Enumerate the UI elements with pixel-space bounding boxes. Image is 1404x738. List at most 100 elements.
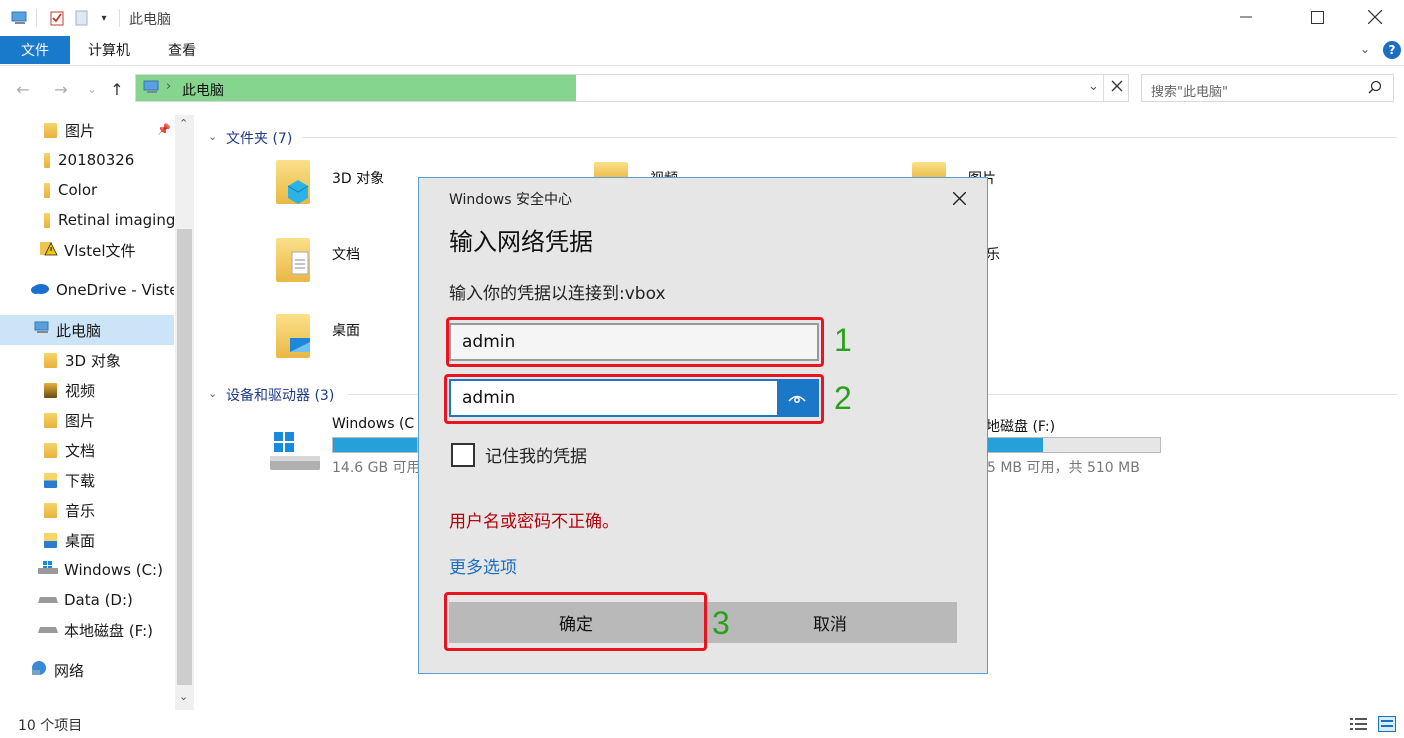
- close-icon: [952, 191, 966, 205]
- pictures-folder-icon: [44, 412, 57, 428]
- search-placeholder: 搜索"此电脑": [1151, 85, 1228, 100]
- close-button[interactable]: [1352, 0, 1398, 34]
- address-text[interactable]: 此电脑: [182, 80, 224, 100]
- more-options-link[interactable]: 更多选项: [449, 553, 517, 578]
- remember-credentials-checkbox[interactable]: [451, 443, 475, 467]
- sidebar-item-onedrive[interactable]: OneDrive - Viste: [0, 275, 174, 305]
- recent-locations-icon[interactable]: ⌄: [84, 78, 100, 100]
- drive-icon: [38, 621, 58, 639]
- ribbon: 文件 计算机 查看 ⌄ ?: [0, 36, 1404, 66]
- sidebar-item-label: 下载: [65, 471, 96, 490]
- 3d-objects-folder-icon[interactable]: [276, 160, 310, 204]
- sidebar-item-3d-objects[interactable]: 3D 对象: [0, 345, 174, 375]
- desktop-folder-icon[interactable]: [276, 314, 310, 358]
- annotation-number: 2: [834, 380, 852, 416]
- tab-file[interactable]: 文件: [0, 36, 70, 64]
- forward-arrow-icon[interactable]: →: [50, 78, 72, 100]
- new-folder-icon[interactable]: [74, 9, 90, 27]
- documents-folder-icon[interactable]: [276, 238, 310, 282]
- sidebar-item-this-pc[interactable]: 此电脑: [0, 315, 174, 345]
- sidebar-item-downloads[interactable]: 下载: [0, 465, 174, 495]
- sidebar-item-label: Retinal imaging: [58, 211, 174, 229]
- sidebar-item-documents[interactable]: 文档: [0, 435, 174, 465]
- folder-icon: [44, 212, 50, 228]
- divider: [36, 9, 37, 27]
- collapse-group-icon[interactable]: ⌄: [208, 387, 217, 400]
- sidebar-item-desktop[interactable]: 桌面: [0, 525, 174, 555]
- search-icon[interactable]: [1368, 80, 1382, 98]
- properties-icon[interactable]: [48, 9, 66, 27]
- error-message: 用户名或密码不正确。: [449, 512, 619, 532]
- downloads-folder-icon: [44, 472, 57, 488]
- tab-view[interactable]: 查看: [152, 36, 212, 64]
- drive-usage-fill: [333, 438, 417, 452]
- sidebar-item-drive-f[interactable]: 本地磁盘 (F:): [0, 615, 174, 645]
- sidebar-item-drive-d[interactable]: Data (D:): [0, 585, 174, 615]
- cancel-button[interactable]: 取消: [703, 602, 957, 643]
- sidebar-item-label: Windows (C:): [64, 561, 163, 579]
- drive-label[interactable]: Windows (C: [332, 416, 414, 432]
- sidebar-item-pictures[interactable]: 图片: [0, 405, 174, 435]
- sidebar-item-label: Color: [58, 181, 98, 199]
- search-box[interactable]: 搜索"此电脑": [1141, 74, 1394, 102]
- sidebar-scrollbar[interactable]: ⌃ ⌄: [175, 115, 194, 710]
- sidebar-item-color[interactable]: Color: [0, 175, 174, 205]
- expand-ribbon-icon[interactable]: ⌄: [1360, 42, 1370, 56]
- sidebar-item-retinal-imaging[interactable]: Retinal imaging: [0, 205, 174, 235]
- collapse-group-icon[interactable]: ⌄: [208, 130, 217, 143]
- sidebar-item-label: 文档: [65, 441, 96, 460]
- tab-computer[interactable]: 计算机: [76, 36, 142, 64]
- sidebar-item-label: Data (D:): [64, 591, 133, 609]
- dialog-heading: 输入网络凭据: [449, 228, 593, 256]
- scrollbar-thumb[interactable]: [177, 229, 192, 685]
- address-dropdown-icon[interactable]: ⌄: [1088, 79, 1099, 94]
- sidebar-item-drive-c[interactable]: Windows (C:): [0, 555, 174, 585]
- up-arrow-icon[interactable]: ↑: [106, 78, 128, 100]
- annotation-number: 3: [712, 605, 730, 641]
- back-arrow-icon[interactable]: ←: [12, 78, 34, 100]
- windows-drive-icon[interactable]: [268, 430, 322, 476]
- folder-icon: [44, 152, 50, 168]
- scroll-down-icon[interactable]: ⌄: [179, 690, 188, 703]
- music-folder-icon: [44, 502, 57, 518]
- sidebar-item-videos[interactable]: 视频: [0, 375, 174, 405]
- network-icon: [30, 660, 48, 680]
- folder-label[interactable]: 乐: [986, 244, 1000, 264]
- tiles-view-icon[interactable]: [1378, 716, 1396, 736]
- divider: [119, 9, 120, 27]
- sidebar-item-label: 20180326: [58, 151, 135, 169]
- folder-label[interactable]: 桌面: [332, 320, 360, 340]
- annotation-box-ok: [444, 592, 707, 651]
- sidebar-item-pictures-pinned[interactable]: 图片: [0, 115, 174, 145]
- devices-group-header[interactable]: 设备和驱动器 (3): [226, 385, 334, 405]
- this-pc-icon: [143, 80, 161, 99]
- clear-address-icon[interactable]: [1111, 80, 1123, 96]
- drive-usage-fill: [988, 438, 1044, 452]
- sidebar-item-vlstel[interactable]: Vlstel文件: [0, 235, 174, 265]
- remember-credentials-label[interactable]: 记住我的凭据: [485, 442, 587, 467]
- sidebar-item-20180326[interactable]: 20180326: [0, 145, 174, 175]
- folder-label[interactable]: 3D 对象: [332, 168, 384, 188]
- annotation-box-username: [446, 317, 824, 367]
- maximize-icon: [1310, 10, 1324, 24]
- minimize-button[interactable]: [1223, 0, 1269, 34]
- customize-quick-access-icon[interactable]: ▾: [96, 9, 112, 27]
- address-bar[interactable]: › 此电脑 ⌄: [135, 74, 1129, 102]
- sidebar-item-label: 音乐: [65, 501, 96, 520]
- annotation-box-password: [444, 374, 824, 424]
- folders-group-header[interactable]: 文件夹 (7): [226, 128, 292, 148]
- scroll-up-icon[interactable]: ⌃: [179, 117, 188, 130]
- sidebar-item-network[interactable]: 网络: [0, 655, 174, 685]
- drive-label[interactable]: 地磁盘 (F:): [986, 416, 1055, 436]
- window-title: 此电脑: [129, 12, 171, 28]
- drive-free-space: 5 MB 可用，共 510 MB: [987, 460, 1140, 476]
- this-pc-icon: [10, 9, 30, 27]
- folder-label[interactable]: 文档: [332, 244, 360, 264]
- sidebar-item-music[interactable]: 音乐: [0, 495, 174, 525]
- details-view-icon[interactable]: [1350, 717, 1368, 735]
- maximize-button[interactable]: [1294, 0, 1340, 34]
- pin-icon[interactable]: 📌: [157, 123, 171, 136]
- dialog-close-button[interactable]: [939, 182, 979, 214]
- help-icon[interactable]: ?: [1383, 41, 1401, 59]
- breadcrumb-chevron-icon[interactable]: ›: [166, 79, 171, 94]
